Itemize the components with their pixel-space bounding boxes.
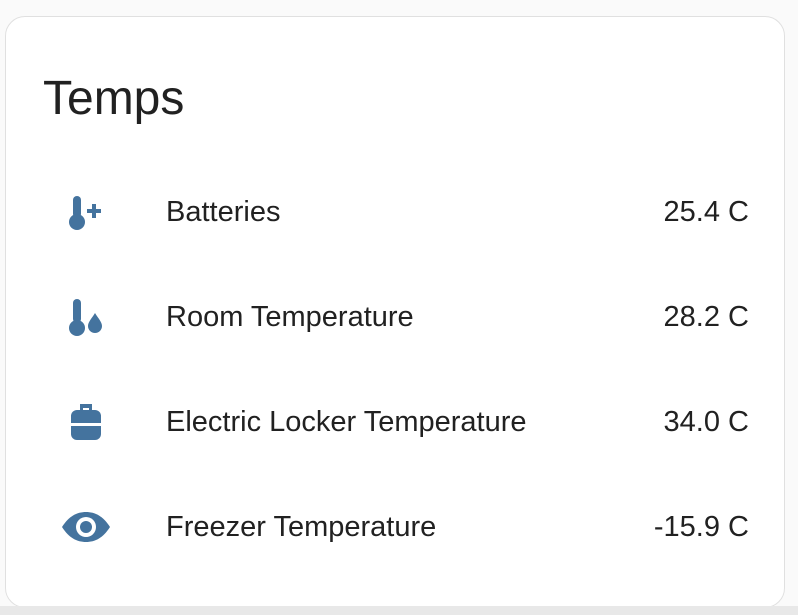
thermometer-water-icon — [58, 293, 114, 341]
entity-state: -15.9 C — [653, 511, 749, 543]
entity-name: Freezer Temperature — [166, 511, 437, 543]
eye-icon — [58, 503, 114, 551]
entities-card: Temps Batteries 25.4 C Room Temperature … — [5, 16, 785, 608]
entity-row-electric-locker-temperature[interactable]: Electric Locker Temperature 34.0 C — [6, 392, 784, 452]
entity-state: 25.4 C — [663, 196, 749, 228]
card-title: Temps — [43, 72, 185, 125]
entity-name: Electric Locker Temperature — [166, 406, 527, 438]
next-card-edge — [0, 606, 798, 615]
entity-row-freezer-temperature[interactable]: Freezer Temperature -15.9 C — [6, 497, 784, 557]
gas-cylinder-icon — [58, 398, 114, 446]
entity-row-batteries[interactable]: Batteries 25.4 C — [6, 182, 784, 242]
thermometer-plus-icon — [58, 188, 114, 236]
entity-state: 34.0 C — [663, 406, 749, 438]
entity-state: 28.2 C — [663, 301, 749, 333]
entity-row-room-temperature[interactable]: Room Temperature 28.2 C — [6, 287, 784, 347]
entity-name: Room Temperature — [166, 301, 414, 333]
entity-name: Batteries — [166, 196, 281, 228]
